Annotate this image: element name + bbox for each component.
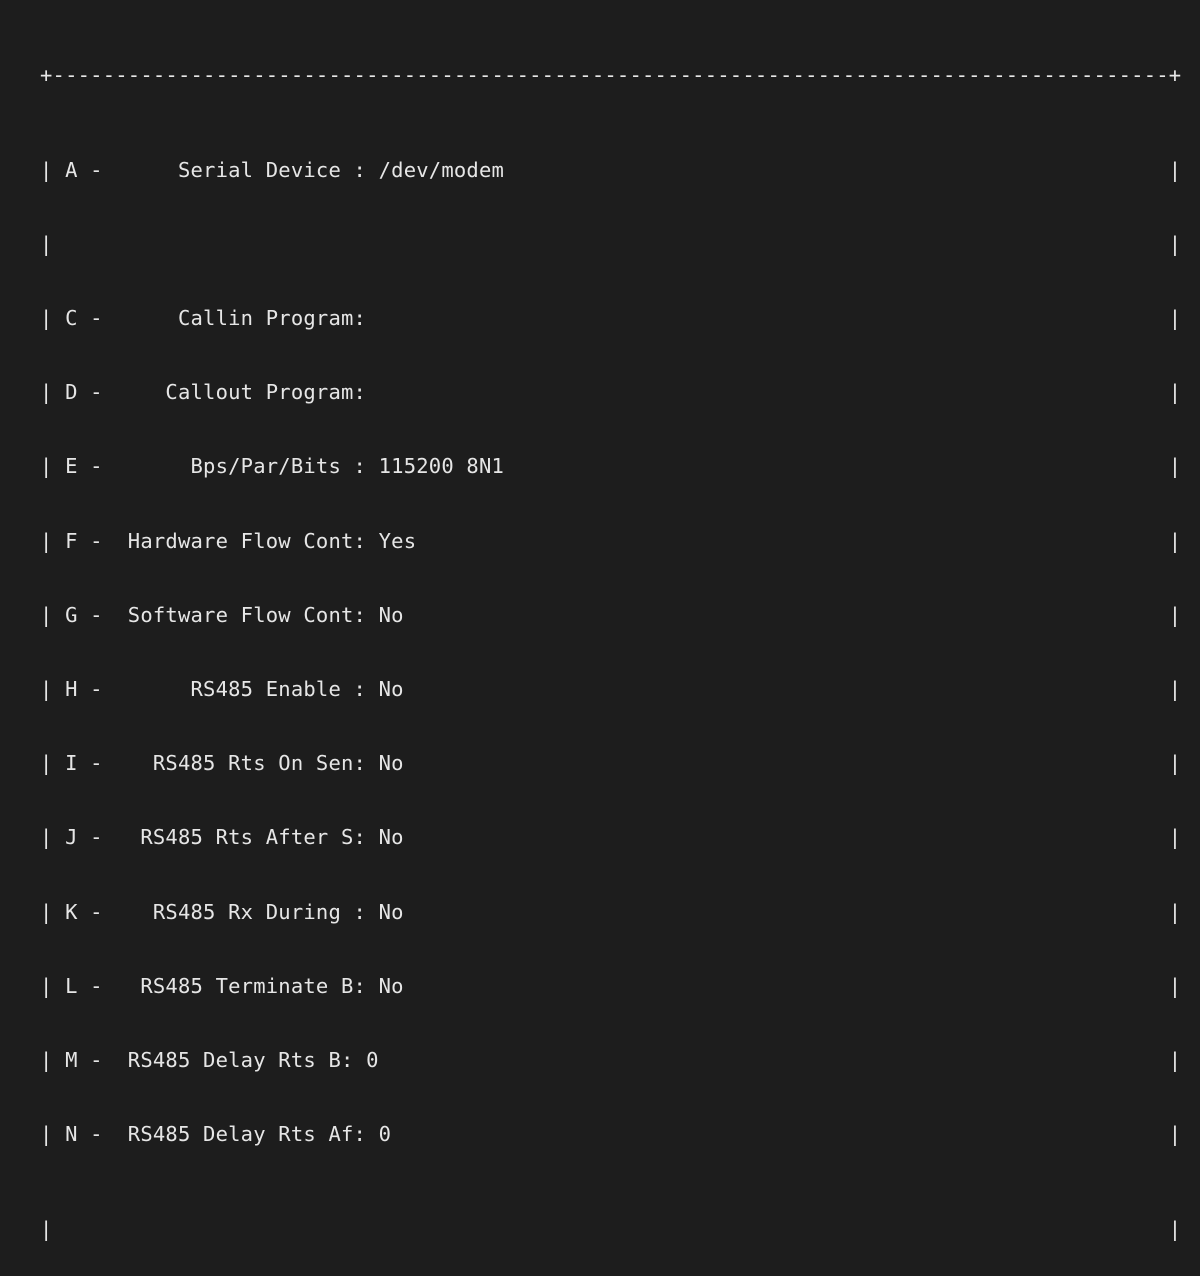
menu-item-serial-device[interactable]: | A - Serial Device : /dev/modem | [40,154,1160,187]
frame-top: +---------------------------------------… [40,59,1160,92]
menu-item-rs485-delay-rts-before[interactable]: | M - RS485 Delay Rts B: 0 | [40,1044,1160,1077]
frame-blank: | | [40,228,1160,261]
frame-blank: | | [40,1213,1160,1246]
serial-port-setup-dialog[interactable]: +---------------------------------------… [0,0,1200,1276]
menu-item-rs485-rx-during-tx[interactable]: | K - RS485 Rx During : No | [40,896,1160,929]
menu-item-rs485-rts-on-send[interactable]: | I - RS485 Rts On Sen: No | [40,747,1160,780]
menu-item-software-flow-control[interactable]: | G - Software Flow Cont: No | [40,599,1160,632]
menu-item-rs485-rts-after-send[interactable]: | J - RS485 Rts After S: No | [40,821,1160,854]
menu-item-hardware-flow-control[interactable]: | F - Hardware Flow Cont: Yes | [40,525,1160,558]
menu-item-callin-program[interactable]: | C - Callin Program: | [40,302,1160,335]
menu-item-callout-program[interactable]: | D - Callout Program: | [40,376,1160,409]
menu-item-rs485-delay-rts-after[interactable]: | N - RS485 Delay Rts Af: 0 | [40,1118,1160,1151]
menu-item-rs485-enable[interactable]: | H - RS485 Enable : No | [40,673,1160,706]
menu-item-bps-par-bits[interactable]: | E - Bps/Par/Bits : 115200 8N1 | [40,450,1160,483]
menu-item-rs485-terminate-bus[interactable]: | L - RS485 Terminate B: No | [40,970,1160,1003]
